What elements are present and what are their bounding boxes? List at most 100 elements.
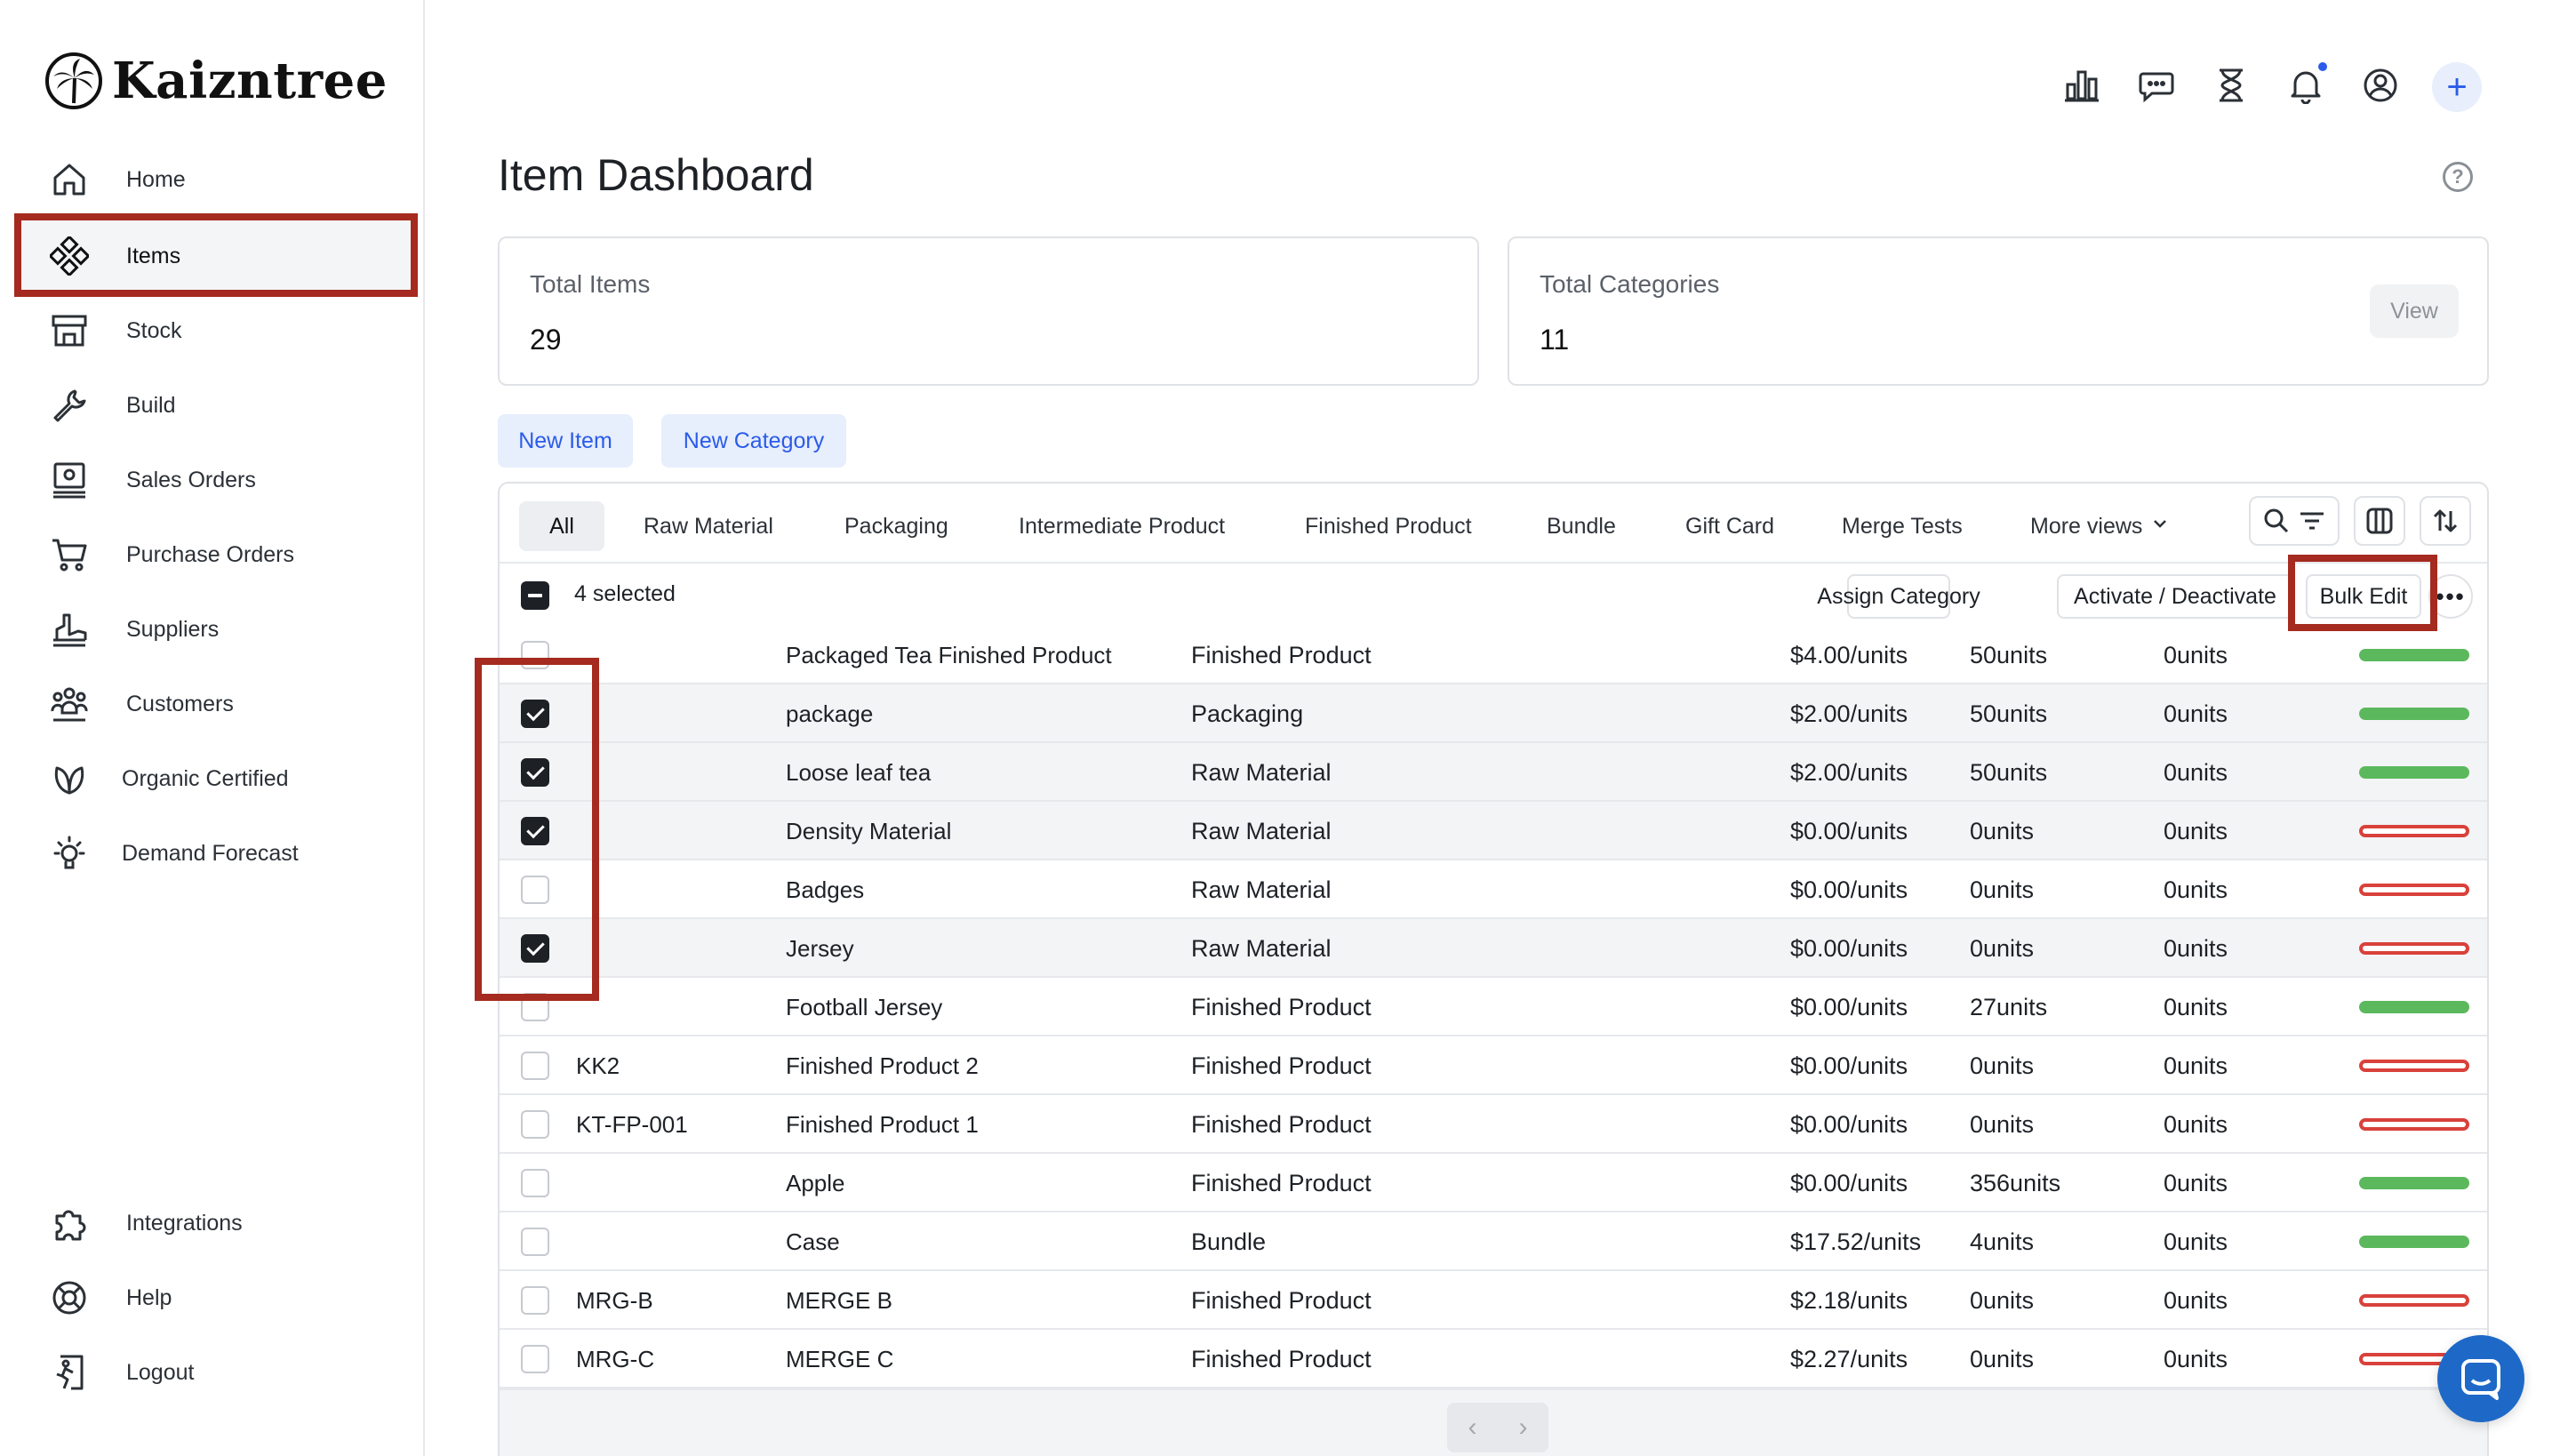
messages-button[interactable] <box>2133 62 2180 108</box>
table-row[interactable]: KK2 Finished Product 2 Finished Product $0.… <box>500 1036 2487 1095</box>
brand-logo[interactable]: Kaizntree <box>44 50 388 112</box>
tab-gift-card[interactable]: Gift Card <box>1685 501 1774 551</box>
item-stock: 0units <box>1970 1286 2035 1314</box>
table-row[interactable]: Packaged Tea Finished Product Finished Pr… <box>500 626 2487 684</box>
search-icon <box>2264 508 2289 533</box>
tab-bundle[interactable]: Bundle <box>1547 501 1616 551</box>
sidebar-item-purchase-orders[interactable]: Purchase Orders <box>18 517 414 592</box>
table-row[interactable]: KT-FP-001 Finished Product 1 Finished Prod… <box>500 1095 2487 1154</box>
item-category: Finished Product <box>1191 641 1372 668</box>
tab-merge-tests[interactable]: Merge Tests <box>1842 501 1963 551</box>
tab-intermediate-product[interactable]: Intermediate Product <box>1019 501 1225 551</box>
card-value: 29 <box>530 324 562 356</box>
new-category-button[interactable]: New Category <box>661 414 846 468</box>
item-cost: $0.00/units <box>1790 1052 1908 1079</box>
row-checkbox[interactable] <box>521 817 549 845</box>
table-row[interactable]: MRG-C MERGE C Finished Product $2.27/units 0… <box>500 1330 2487 1388</box>
cart-icon <box>50 535 89 574</box>
item-category: Raw Material <box>1191 758 1332 786</box>
status-indicator <box>2359 1118 2469 1131</box>
sidebar-item-demand-forecast[interactable]: Demand Forecast <box>18 816 414 891</box>
status-indicator <box>2359 1177 2469 1189</box>
item-category: Raw Material <box>1191 817 1332 844</box>
tab-packaging[interactable]: Packaging <box>844 501 948 551</box>
plus-icon[interactable]: + <box>2432 62 2482 112</box>
sort-button[interactable] <box>2420 496 2471 546</box>
row-checkbox[interactable] <box>521 1228 549 1256</box>
table-row[interactable]: Football Jersey Finished Product $0.00/uni… <box>500 978 2487 1036</box>
next-page-button[interactable]: › <box>1498 1403 1548 1452</box>
hourglass-button[interactable] <box>2208 62 2254 108</box>
analytics-button[interactable] <box>2059 62 2105 108</box>
item-stock: 0units <box>1970 1052 2035 1079</box>
row-checkbox[interactable] <box>521 876 549 904</box>
row-checkbox[interactable] <box>521 1169 549 1197</box>
status-indicator <box>2359 766 2469 779</box>
chat-icon <box>2461 1359 2500 1400</box>
item-reserved: 0units <box>2164 993 2228 1020</box>
bulk-edit-button[interactable]: Bulk Edit <box>2306 574 2421 619</box>
total-items-card: Total Items 29 <box>498 236 1479 386</box>
select-all-checkbox[interactable] <box>521 581 549 610</box>
help-icon[interactable]: ? <box>2443 162 2473 192</box>
prev-page-button[interactable]: ‹ <box>1447 1403 1498 1452</box>
items-table: All Raw Material Packaging Intermediate … <box>498 482 2489 1456</box>
row-checkbox[interactable] <box>521 700 549 728</box>
sidebar-item-suppliers[interactable]: Suppliers <box>18 592 414 667</box>
more-actions-button[interactable]: ••• <box>2428 574 2473 619</box>
sidebar: Kaizntree Home Items Stock Build Sales O… <box>0 0 425 1456</box>
assign-category-button[interactable]: Assign Category <box>1817 574 1980 619</box>
sidebar-item-sales-orders[interactable]: Sales Orders <box>18 443 414 517</box>
row-checkbox[interactable] <box>521 758 549 787</box>
sidebar-item-integrations[interactable]: Integrations <box>18 1186 414 1260</box>
table-row[interactable]: Density Material Raw Material $0.00/units 0… <box>500 802 2487 860</box>
row-checkbox[interactable] <box>521 641 549 669</box>
status-indicator <box>2359 708 2469 720</box>
table-row[interactable]: MRG-B MERGE B Finished Product $2.18/units 0… <box>500 1271 2487 1330</box>
tab-more-views[interactable]: More views <box>2030 501 2169 551</box>
sidebar-item-customers[interactable]: Customers <box>18 667 414 741</box>
sidebar-item-items[interactable]: Items <box>18 219 414 293</box>
sidebar-item-logout[interactable]: Logout <box>18 1335 414 1410</box>
table-row[interactable]: Jersey Raw Material $0.00/units 0units 0unit… <box>500 919 2487 978</box>
columns-button[interactable] <box>2354 496 2405 546</box>
table-row[interactable]: Badges Raw Material $0.00/units 0units 0unit… <box>500 860 2487 919</box>
tab-all[interactable]: All <box>519 501 604 551</box>
row-checkbox[interactable] <box>521 993 549 1021</box>
view-categories-button[interactable]: View <box>2370 284 2459 338</box>
tab-finished-product[interactable]: Finished Product <box>1305 501 1472 551</box>
tab-raw-material[interactable]: Raw Material <box>644 501 773 551</box>
sidebar-item-stock[interactable]: Stock <box>18 293 414 368</box>
card-value: 11 <box>1540 324 1570 356</box>
sidebar-item-build[interactable]: Build <box>18 368 414 443</box>
sidebar-item-help[interactable]: Help <box>18 1260 414 1335</box>
status-indicator <box>2359 825 2469 837</box>
table-row[interactable]: Loose leaf tea Raw Material $2.00/units 50u… <box>500 743 2487 802</box>
item-code: KK2 <box>576 1052 620 1079</box>
item-code: KT-FP-001 <box>576 1110 688 1138</box>
chat-launcher-button[interactable] <box>2437 1335 2524 1422</box>
item-name: MERGE C <box>786 1345 894 1372</box>
table-footer: ‹ › <box>500 1388 2487 1456</box>
profile-button[interactable] <box>2357 62 2404 108</box>
new-item-button[interactable]: New Item <box>498 414 633 468</box>
sidebar-item-home[interactable]: Home <box>18 142 414 217</box>
table-row[interactable]: Case Bundle $17.52/units 4units 0units <box>500 1212 2487 1271</box>
sidebar-item-organic-certified[interactable]: Organic Certified <box>18 741 414 816</box>
item-stock: 50units <box>1970 700 2048 727</box>
activate-deactivate-button[interactable]: Activate / Deactivate <box>2057 574 2293 619</box>
row-checkbox[interactable] <box>521 1110 549 1139</box>
table-row[interactable]: package Packaging $2.00/units 50units 0units <box>500 684 2487 743</box>
status-indicator <box>2359 649 2469 661</box>
row-checkbox[interactable] <box>521 934 549 963</box>
suppliers-icon <box>50 610 89 649</box>
table-row[interactable]: Apple Finished Product $0.00/units 356units… <box>500 1154 2487 1212</box>
search-filter-button[interactable] <box>2249 496 2340 546</box>
row-checkbox[interactable] <box>521 1286 549 1315</box>
row-checkbox[interactable] <box>521 1345 549 1373</box>
customers-icon <box>50 684 89 724</box>
row-checkbox[interactable] <box>521 1052 549 1080</box>
item-category: Bundle <box>1191 1228 1267 1255</box>
item-reserved: 0units <box>2164 700 2228 727</box>
items-icon <box>48 235 91 277</box>
